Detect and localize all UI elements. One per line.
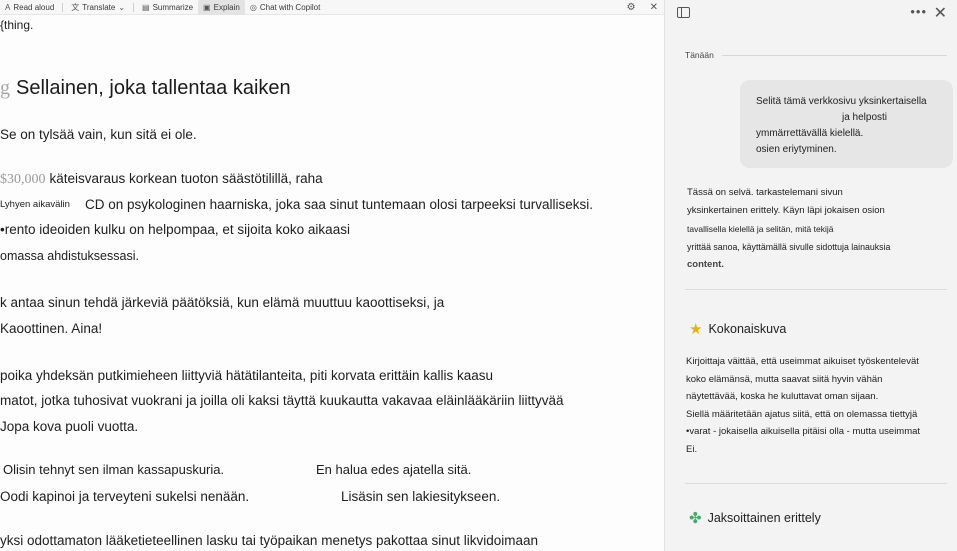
day-separator: Tänään: [685, 49, 947, 61]
money-amount: $30,000: [0, 172, 46, 187]
summarize-button[interactable]: ▤ Summarize: [137, 0, 198, 15]
chat-with-copilot-button[interactable]: ◎ Chat with Copilot: [245, 0, 325, 15]
translate-icon: 文: [71, 2, 80, 12]
chevron-down-icon: ⌄: [118, 2, 126, 12]
copilot-panel: ••• ✕ Tänään Selitä tämä verkkosivu yksi…: [664, 0, 957, 551]
article-paragraph: Lisäsin sen lakiesitykseen.: [341, 489, 501, 504]
reply-line: yksinkertainen erittely. Käyn läpi jokai…: [687, 205, 885, 216]
copilot-icon: ◎: [249, 2, 257, 12]
assistant-reply: Tässä on selvä. tarkastelemani sivun yks…: [687, 184, 949, 274]
user-message-line: ja helposti: [842, 112, 888, 123]
explain-icon: ▣: [203, 2, 211, 12]
read-aloud-button[interactable]: A Read aloud: [0, 0, 59, 15]
article-paragraph: Se on tylsää vain, kun sitä ei ole.: [0, 127, 197, 142]
toolbar-right-controls: ⚙ ✕: [627, 0, 658, 15]
reply-line: tavallisella kielellä ja selitän, mitä t…: [687, 224, 834, 234]
article-paragraph: k antaa sinun tehdä järkeviä päätöksiä, …: [0, 295, 445, 310]
panel-header: ••• ✕: [677, 3, 947, 23]
paragraph-text: käteisvaraus korkean tuoton säästötilill…: [49, 171, 323, 186]
article-paragraph: Jopa kova puoli vuotta.: [0, 419, 139, 434]
article-paragraph: Oodi kapinoi ja terveyteni sukelsi nenää…: [0, 489, 250, 504]
article-paragraph: Kaoottinen. Aina!: [0, 321, 103, 336]
close-toolbar-icon[interactable]: ✕: [650, 2, 658, 13]
article-paragraph: •rento ideoiden kulku on helpompaa, et s…: [0, 222, 350, 237]
browser-toolbar: A Read aloud 文 Translate ⌄ ▤ Summarize ▣…: [0, 0, 664, 15]
article-content: {thing. g Sellainen, joka tallentaa kaike…: [0, 15, 664, 551]
settings-icon[interactable]: ⚙: [627, 2, 636, 13]
short-term-label: Lyhyen aikavälin: [0, 199, 70, 210]
translate-label: Translate: [82, 2, 116, 12]
day-divider: [721, 54, 947, 56]
explain-button[interactable]: ▣ Explain: [198, 0, 245, 15]
article-paragraph: yksi odottamaton lääketieteellinen lasku…: [0, 533, 539, 548]
user-message-line: Selitä tämä verkkosivu yksinkertaisella: [756, 96, 927, 107]
summarize-label: Summarize: [152, 2, 194, 12]
section-title: Kokonaiskuva: [708, 322, 787, 336]
section-divider: [685, 483, 947, 484]
chat-with-copilot-label: Chat with Copilot: [259, 2, 321, 12]
overview-line: Siellä määritetään ajatus siitä, että on…: [686, 408, 918, 420]
heading-glyph: g: [0, 77, 10, 99]
article-paragraph: $30,000 käteisvaraus korkean tuoton sääst…: [0, 171, 323, 188]
day-label: Tänään: [685, 50, 714, 60]
overview-line: koko elämänsä, mutta saavat siitä hyvin …: [686, 373, 883, 385]
section-heading-breakdown: ✤ Jaksoittainen erittely: [689, 509, 821, 527]
toolbar-divider: [62, 2, 64, 12]
summarize-icon: ▤: [142, 2, 150, 12]
translate-button[interactable]: 文 Translate ⌄: [66, 0, 130, 15]
article-paragraph: CD on psykologinen haarniska, joka saa s…: [85, 197, 594, 212]
star-icon: ★: [689, 321, 703, 338]
more-options-icon[interactable]: •••: [910, 4, 927, 19]
overview-line: näytettävää, koska he kuluttavat oman si…: [686, 391, 879, 403]
heading-text: Sellainen, joka tallentaa kaiken: [16, 77, 291, 99]
reply-line: content.: [687, 259, 724, 270]
overview-text: Kirjoittaja väittää, että useimmat aikui…: [686, 353, 950, 459]
user-message-line: ymmärrettävällä kielellä.: [756, 128, 864, 139]
article-paragraph: poika yhdeksän putkimieheen liittyviä hä…: [0, 368, 494, 383]
user-message-line: osien eriytyminen.: [756, 144, 837, 155]
article-paragraph: En halua edes ajatella sitä.: [316, 462, 472, 477]
toolbar-divider: [133, 2, 135, 12]
puzzle-icon: ✤: [689, 510, 702, 527]
close-icon[interactable]: ✕: [934, 3, 947, 23]
article-heading: g Sellainen, joka tallentaa kaiken: [0, 77, 291, 100]
section-title: Jaksoittainen erittely: [707, 511, 821, 525]
explain-label: Explain: [213, 2, 240, 12]
reply-line: Tässä on selvä. tarkastelemani sivun: [687, 187, 843, 198]
overview-line: Kirjoittaja väittää, että useimmat aikui…: [686, 356, 919, 367]
user-message: Selitä tämä verkkosivu yksinkertaisella …: [740, 80, 953, 168]
sidebar-toggle-icon[interactable]: [677, 7, 690, 18]
article-paragraph: omassa ahdistuksessasi.: [0, 249, 139, 263]
article-fragment: {thing.: [0, 18, 34, 32]
section-divider: [685, 289, 947, 290]
reply-line: yrittää sanoa, käyttämällä sivulle sidot…: [687, 242, 891, 252]
overview-line: •varat - jokaisella aikuisella pitäisi o…: [686, 426, 921, 438]
article-paragraph: Olisin tehnyt sen ilman kassapuskuria.: [3, 462, 225, 477]
overview-line: Ei.: [686, 443, 698, 455]
section-heading-overview: ★ Kokonaiskuva: [689, 320, 786, 338]
read-aloud-label: Read aloud: [13, 2, 55, 12]
speaker-icon: A: [5, 2, 11, 12]
article-paragraph: matot, jotka tuhosivat vuokrani ja joill…: [0, 393, 564, 408]
